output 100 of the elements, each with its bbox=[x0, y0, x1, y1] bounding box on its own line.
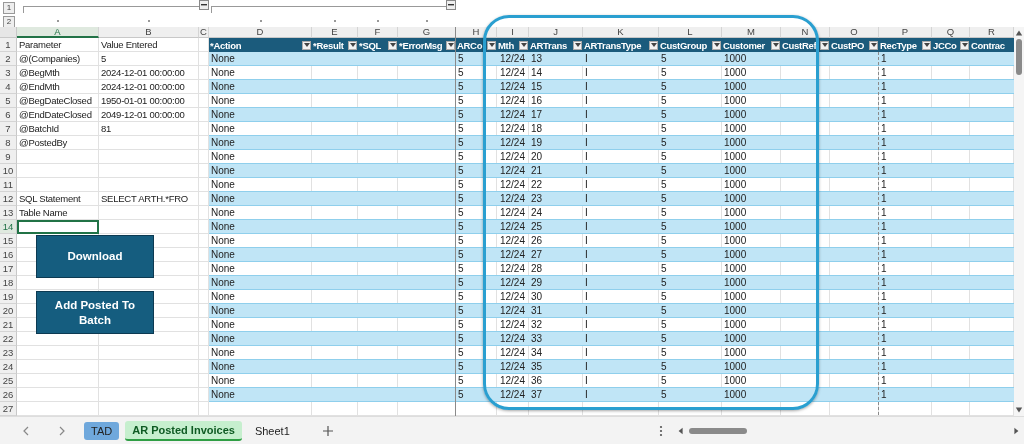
row-number[interactable]: 17 bbox=[0, 262, 17, 276]
row-number[interactable]: 1 bbox=[0, 38, 17, 52]
row-number[interactable]: 12 bbox=[0, 192, 17, 206]
more-icon[interactable] bbox=[658, 424, 663, 437]
vertical-scrollbar[interactable] bbox=[1014, 27, 1024, 416]
table-cell-text: 1000 bbox=[723, 304, 748, 317]
column-title: CustRef bbox=[782, 39, 817, 51]
row-number[interactable]: 23 bbox=[0, 346, 17, 360]
table-cell-text: 1000 bbox=[723, 150, 748, 163]
column-letter[interactable]: B bbox=[99, 27, 199, 38]
table-cell-text: 5 bbox=[457, 388, 465, 401]
sheet-tab[interactable]: AR Posted Invoices bbox=[125, 420, 242, 441]
row-number[interactable]: 4 bbox=[0, 80, 17, 94]
table-cell-text: 1 bbox=[880, 164, 888, 177]
column-letter[interactable]: K bbox=[583, 27, 659, 38]
scroll-right-icon[interactable] bbox=[1012, 426, 1020, 435]
row-number[interactable]: 5 bbox=[0, 94, 17, 108]
collapse-button[interactable] bbox=[199, 0, 209, 10]
table-cell-text: 35 bbox=[530, 360, 544, 373]
row-number[interactable]: 3 bbox=[0, 66, 17, 80]
column-letter[interactable]: G bbox=[398, 27, 456, 38]
macro-button[interactable]: Add Posted To Batch bbox=[36, 291, 154, 334]
filter-button[interactable] bbox=[649, 40, 658, 50]
filter-button[interactable] bbox=[771, 40, 780, 50]
row-number[interactable]: 15 bbox=[0, 234, 17, 248]
filter-button[interactable] bbox=[922, 40, 931, 50]
column-letter[interactable]: O bbox=[830, 27, 879, 38]
outline-level-button[interactable]: 2 bbox=[3, 16, 15, 28]
column-letter[interactable]: P bbox=[879, 27, 932, 38]
row-number[interactable]: 13 bbox=[0, 206, 17, 220]
row-number[interactable]: 16 bbox=[0, 248, 17, 262]
row-number[interactable]: 25 bbox=[0, 374, 17, 388]
row-number[interactable]: 21 bbox=[0, 318, 17, 332]
scroll-down-icon[interactable] bbox=[1015, 406, 1023, 414]
table-cell-text: 1000 bbox=[723, 94, 748, 107]
filter-button[interactable] bbox=[820, 40, 829, 50]
scroll-left-icon[interactable] bbox=[676, 426, 685, 435]
column-letter[interactable]: I bbox=[497, 27, 529, 38]
column-letter[interactable]: Q bbox=[932, 27, 970, 38]
table-cell-text: 1000 bbox=[723, 290, 748, 303]
row-number[interactable]: 19 bbox=[0, 290, 17, 304]
row-number[interactable]: 6 bbox=[0, 108, 17, 122]
column-title: *SQL bbox=[359, 39, 382, 51]
row-number[interactable]: 24 bbox=[0, 360, 17, 374]
column-letter[interactable]: A bbox=[17, 27, 99, 38]
sheet-tab[interactable]: Sheet1 bbox=[247, 421, 297, 440]
row-number[interactable]: 8 bbox=[0, 136, 17, 150]
row-number[interactable]: 9 bbox=[0, 150, 17, 164]
column-title: Contrac bbox=[971, 39, 1005, 51]
row-number[interactable]: 27 bbox=[0, 402, 17, 416]
table-cell-text: 5 bbox=[457, 276, 465, 289]
filter-button[interactable] bbox=[302, 40, 311, 50]
column-letter[interactable]: R bbox=[970, 27, 1014, 38]
collapse-button[interactable] bbox=[446, 0, 456, 10]
filter-button[interactable] bbox=[388, 40, 397, 50]
column-letter[interactable]: M bbox=[722, 27, 781, 38]
row-number[interactable]: 11 bbox=[0, 178, 17, 192]
table-cell-text: None bbox=[210, 136, 236, 149]
row-number[interactable]: 14 bbox=[0, 220, 17, 234]
macro-button[interactable]: Download bbox=[36, 235, 154, 278]
table-cell-text: 1000 bbox=[723, 206, 748, 219]
table-cell-text: 1000 bbox=[723, 122, 748, 135]
filter-button[interactable] bbox=[712, 40, 721, 50]
filter-button[interactable] bbox=[869, 40, 878, 50]
row-number[interactable]: 22 bbox=[0, 332, 17, 346]
filter-button[interactable] bbox=[487, 40, 496, 50]
table-cell-text: 5 bbox=[457, 234, 465, 247]
table-cell-text: I bbox=[584, 192, 589, 205]
row-number[interactable]: 20 bbox=[0, 304, 17, 318]
row-number[interactable]: 26 bbox=[0, 388, 17, 402]
scroll-thumb[interactable] bbox=[688, 427, 747, 434]
row-number[interactable]: 10 bbox=[0, 164, 17, 178]
table-cell-text: @BegMth bbox=[18, 66, 61, 80]
outline-level-button[interactable]: 1 bbox=[3, 2, 15, 14]
table-cell-text: 1000 bbox=[723, 108, 748, 121]
column-letter[interactable]: F bbox=[358, 27, 398, 38]
filter-button[interactable] bbox=[519, 40, 528, 50]
scroll-up-icon[interactable] bbox=[1015, 29, 1023, 37]
row-number[interactable]: 2 bbox=[0, 52, 17, 66]
column-letter[interactable]: L bbox=[659, 27, 722, 38]
column-letter[interactable]: D bbox=[209, 27, 312, 38]
filter-button[interactable] bbox=[446, 40, 455, 50]
row-number[interactable]: 18 bbox=[0, 276, 17, 290]
column-letter[interactable]: E bbox=[312, 27, 358, 38]
table-cell-text: 5 bbox=[457, 66, 465, 79]
scroll-thumb[interactable] bbox=[1016, 39, 1022, 75]
plus-icon[interactable] bbox=[322, 425, 333, 436]
table-cell-text: None bbox=[210, 276, 236, 289]
filter-button[interactable] bbox=[960, 40, 969, 50]
table-cell-text: 12/24 bbox=[498, 178, 526, 191]
active-cell[interactable] bbox=[17, 220, 99, 234]
row-number[interactable]: 7 bbox=[0, 122, 17, 136]
table-cell-text: 15 bbox=[530, 80, 544, 93]
column-letter[interactable]: J bbox=[529, 27, 583, 38]
filter-button[interactable] bbox=[573, 40, 582, 50]
filter-button[interactable] bbox=[348, 40, 357, 50]
sheet-tab[interactable]: TAD bbox=[84, 421, 120, 440]
table-cell-text: None bbox=[210, 318, 236, 331]
table-cell-text: 17 bbox=[530, 108, 544, 121]
table-cell-text: 5 bbox=[660, 66, 668, 79]
